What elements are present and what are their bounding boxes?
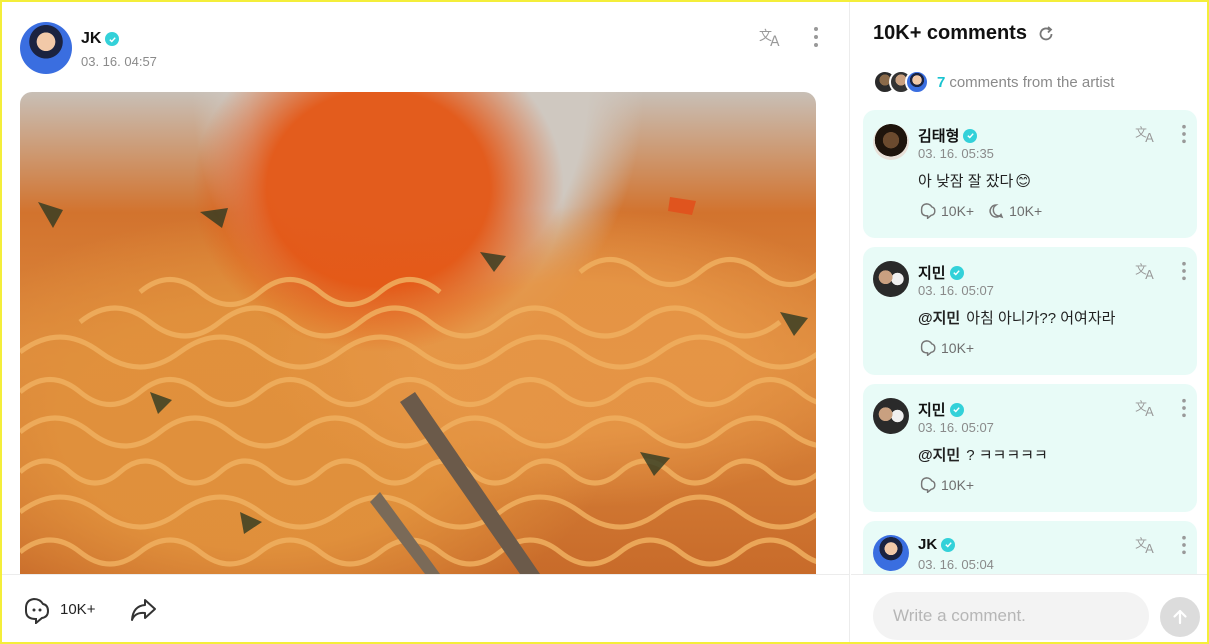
more-vertical-icon[interactable] bbox=[813, 26, 819, 48]
comment-author-row: 김태형 bbox=[918, 125, 978, 146]
like-count: 10K+ bbox=[60, 601, 96, 618]
comment-mention[interactable]: @지민 bbox=[918, 307, 960, 328]
comment-tools: 文A bbox=[1135, 261, 1187, 281]
comment-reply-button[interactable]: 10K+ bbox=[988, 203, 1042, 219]
comment-mention[interactable]: @지민 bbox=[918, 444, 960, 465]
comment-tools: 文A bbox=[1135, 398, 1187, 418]
svg-text:A: A bbox=[1145, 404, 1154, 418]
smile-emoji: 😊 bbox=[1015, 172, 1031, 190]
svg-text:A: A bbox=[1145, 267, 1154, 281]
comment-body: @지민 아침 아니가?? 어여자라 bbox=[918, 307, 1115, 328]
comment-composer bbox=[851, 574, 1209, 644]
author-block: JK 03. 16. 04:57 bbox=[81, 22, 157, 78]
comment-like-button[interactable]: 10K+ bbox=[918, 202, 974, 219]
comment-like-count: 10K+ bbox=[941, 202, 975, 219]
artist-comment-count: 7 bbox=[937, 73, 946, 91]
comment-meta: 10K+ 10K+ bbox=[918, 202, 1042, 219]
send-button[interactable] bbox=[1160, 597, 1200, 637]
comment-tools: 文A bbox=[1135, 124, 1187, 144]
more-vertical-icon[interactable] bbox=[1181, 398, 1187, 418]
verified-badge-icon bbox=[941, 537, 956, 552]
post-panel: JK 03. 16. 04:57 文A 10K+ bbox=[0, 0, 850, 644]
comment-card: 지민 03. 16. 05:07 @지민 ? ㅋㅋㅋㅋㅋ 10K+ 文A bbox=[863, 384, 1197, 512]
comment-tools: 文A bbox=[1135, 535, 1187, 555]
translate-icon[interactable]: 文A bbox=[759, 26, 785, 48]
comment-text: ? ㅋㅋㅋㅋㅋ bbox=[966, 447, 1048, 464]
artist-comments-text: 7 comments from the artist bbox=[937, 74, 1114, 91]
comment-date: 03. 16. 05:35 bbox=[918, 146, 994, 161]
post-top-actions: 文A bbox=[759, 22, 819, 52]
comment-text: 아 낮잠 잘 잤다 bbox=[918, 173, 1014, 190]
post-photo[interactable] bbox=[20, 92, 816, 574]
comment-like-button[interactable]: 10K+ bbox=[918, 476, 974, 493]
comment-author-row: 지민 bbox=[918, 399, 964, 420]
comment-author[interactable]: 김태형 bbox=[918, 125, 959, 146]
post-footer: 10K+ bbox=[0, 574, 850, 644]
comment-meta: 10K+ bbox=[918, 339, 974, 356]
artist-comments-label: comments from the artist bbox=[949, 73, 1115, 91]
comment-author[interactable]: 지민 bbox=[918, 262, 946, 283]
artist-avatar bbox=[905, 70, 929, 94]
author-name[interactable]: JK bbox=[81, 30, 101, 48]
comments-title: 10K+ comments bbox=[873, 22, 1027, 44]
comment-input[interactable] bbox=[873, 592, 1149, 640]
more-vertical-icon[interactable] bbox=[1181, 535, 1187, 555]
comment-avatar[interactable] bbox=[873, 535, 909, 571]
verified-badge-icon bbox=[949, 265, 964, 280]
like-icon bbox=[920, 477, 936, 493]
comment-meta: 10K+ bbox=[918, 476, 974, 493]
svg-text:A: A bbox=[770, 34, 780, 48]
author-row: JK bbox=[81, 30, 157, 48]
comment-body: @지민 ? ㅋㅋㅋㅋㅋ bbox=[918, 444, 1048, 465]
comment-author-row: 지민 bbox=[918, 262, 964, 283]
comment-date: 03. 16. 05:04 bbox=[918, 557, 994, 572]
svg-text:A: A bbox=[1145, 541, 1154, 555]
comment-reply-count: 10K+ bbox=[1009, 202, 1043, 219]
comment-like-button[interactable]: 10K+ bbox=[918, 339, 974, 356]
comment-text: 아침 아니가?? 어여자라 bbox=[966, 310, 1116, 327]
author-avatar[interactable] bbox=[20, 22, 72, 74]
comment-like-count: 10K+ bbox=[941, 476, 975, 493]
comment-body: 아 낮잠 잘 잤다 😊 bbox=[918, 170, 1031, 191]
translate-icon[interactable]: 文A bbox=[1135, 535, 1159, 555]
comment-author[interactable]: JK bbox=[918, 536, 937, 553]
comment-avatar[interactable] bbox=[873, 124, 909, 160]
post-header: JK 03. 16. 04:57 文A bbox=[20, 22, 819, 78]
comments-panel: 10K+ comments 7 comments from the artist … bbox=[851, 0, 1209, 644]
like-icon bbox=[920, 340, 936, 356]
comment-author[interactable]: 지민 bbox=[918, 399, 946, 420]
share-icon[interactable] bbox=[129, 597, 157, 623]
verified-badge-icon bbox=[963, 128, 978, 143]
translate-icon[interactable]: 文A bbox=[1135, 124, 1159, 144]
comment-card: JK 03. 16. 05:04 文A bbox=[863, 521, 1197, 574]
comment-avatar[interactable] bbox=[873, 261, 909, 297]
like-icon[interactable] bbox=[20, 596, 50, 624]
comment-date: 03. 16. 05:07 bbox=[918, 420, 994, 435]
post-date: 03. 16. 04:57 bbox=[81, 54, 157, 69]
comments-header: 10K+ comments bbox=[873, 22, 1055, 45]
refresh-icon[interactable] bbox=[1037, 25, 1055, 43]
comment-like-count: 10K+ bbox=[941, 339, 975, 356]
svg-text:A: A bbox=[1145, 130, 1154, 144]
verified-badge-icon bbox=[949, 402, 964, 417]
send-arrow-icon bbox=[1173, 609, 1187, 625]
like-icon bbox=[920, 203, 936, 219]
comment-card: 지민 03. 16. 05:07 @지민 아침 아니가?? 어여자라 10K+ … bbox=[863, 247, 1197, 375]
comment-avatar[interactable] bbox=[873, 398, 909, 434]
reply-icon bbox=[989, 203, 1004, 218]
artist-comments-filter[interactable]: 7 comments from the artist bbox=[873, 70, 1114, 94]
comment-author-row: JK bbox=[918, 536, 956, 553]
more-vertical-icon[interactable] bbox=[1181, 261, 1187, 281]
verified-badge-icon bbox=[105, 32, 120, 46]
translate-icon[interactable]: 文A bbox=[1135, 398, 1159, 418]
comment-card: 김태형 03. 16. 05:35 아 낮잠 잘 잤다 😊 10K+ 10K+ … bbox=[863, 110, 1197, 238]
translate-icon[interactable]: 文A bbox=[1135, 261, 1159, 281]
comment-date: 03. 16. 05:07 bbox=[918, 283, 994, 298]
more-vertical-icon[interactable] bbox=[1181, 124, 1187, 144]
